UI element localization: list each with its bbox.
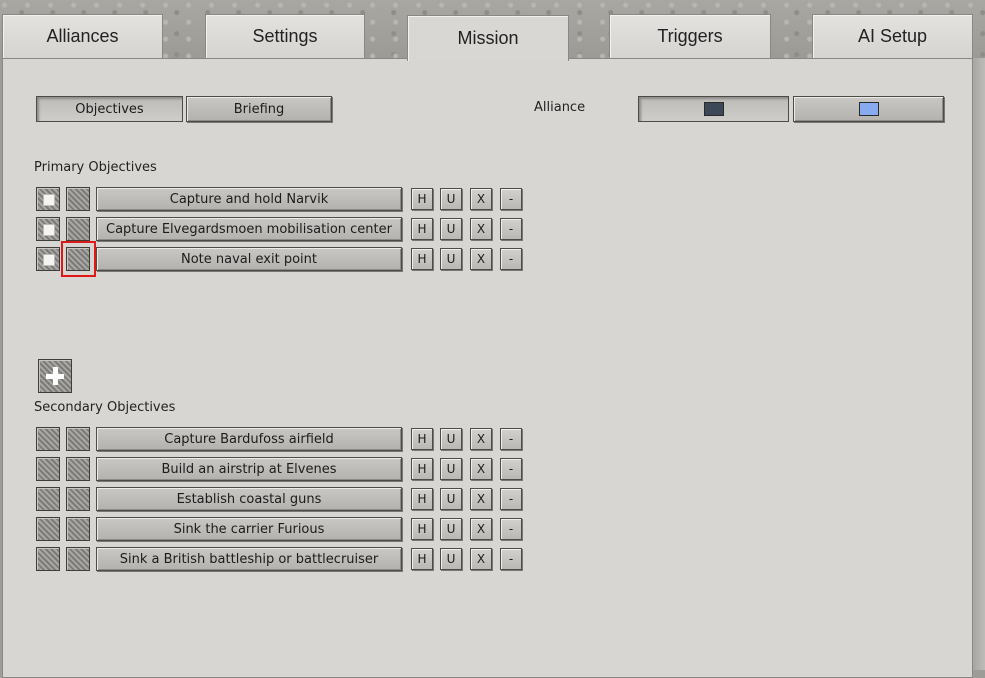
tab-triggers[interactable]: Triggers: [609, 14, 771, 58]
x-button[interactable]: X: [470, 458, 492, 480]
x-button[interactable]: X: [470, 518, 492, 540]
x-button[interactable]: X: [470, 488, 492, 510]
briefing-subtab[interactable]: Briefing: [186, 96, 332, 122]
remove-button[interactable]: -: [500, 518, 522, 540]
h-button[interactable]: H: [411, 248, 433, 270]
alliance-1-button[interactable]: [638, 96, 789, 122]
x-button[interactable]: X: [470, 428, 492, 450]
objective-toggle[interactable]: [66, 547, 90, 571]
remove-button[interactable]: -: [500, 188, 522, 210]
checkbox-icon: [43, 224, 55, 236]
add-objective-button[interactable]: [38, 359, 72, 393]
u-button[interactable]: U: [440, 518, 462, 540]
secondary-objective-row: Sink a British battleship or battlecruis…: [3, 546, 603, 572]
objectives-subtab[interactable]: Objectives: [36, 96, 183, 122]
objective-toggle[interactable]: [66, 487, 90, 511]
secondary-objectives-label: Secondary Objectives: [34, 400, 176, 415]
primary-objective-row: Note naval exit point H U X -: [3, 246, 603, 272]
u-button[interactable]: U: [440, 248, 462, 270]
checkbox-icon: [43, 194, 55, 206]
tab-mission[interactable]: Mission: [407, 15, 569, 61]
primary-checkbox[interactable]: [36, 247, 60, 271]
objective-toggle[interactable]: [66, 457, 90, 481]
h-button[interactable]: H: [411, 218, 433, 240]
u-button[interactable]: U: [440, 188, 462, 210]
secondary-objective-row: Capture Bardufoss airfield H U X -: [3, 426, 603, 452]
h-button[interactable]: H: [411, 548, 433, 570]
h-button[interactable]: H: [411, 488, 433, 510]
h-button[interactable]: H: [411, 518, 433, 540]
objective-name-button[interactable]: Capture Bardufoss airfield: [96, 427, 402, 451]
objective-name-button[interactable]: Note naval exit point: [96, 247, 402, 271]
secondary-objective-row: Establish coastal guns H U X -: [3, 486, 603, 512]
h-button[interactable]: H: [411, 458, 433, 480]
objective-toggle[interactable]: [36, 487, 60, 511]
remove-button[interactable]: -: [500, 458, 522, 480]
objective-toggle[interactable]: [66, 427, 90, 451]
remove-button[interactable]: -: [500, 248, 522, 270]
checkbox-icon: [43, 254, 55, 266]
h-button[interactable]: H: [411, 428, 433, 450]
alliance-2-button[interactable]: [793, 96, 944, 122]
alliance-1-color-swatch: [703, 102, 724, 116]
u-button[interactable]: U: [440, 548, 462, 570]
secondary-objective-row: Build an airstrip at Elvenes H U X -: [3, 456, 603, 482]
primary-checkbox[interactable]: [36, 217, 60, 241]
remove-button[interactable]: -: [500, 218, 522, 240]
objective-name-button[interactable]: Capture and hold Narvik: [96, 187, 402, 211]
primary-objective-row: Capture and hold Narvik H U X -: [3, 186, 603, 212]
u-button[interactable]: U: [440, 218, 462, 240]
objective-toggle[interactable]: [66, 247, 90, 271]
primary-checkbox[interactable]: [36, 187, 60, 211]
alliance-label: Alliance: [534, 100, 586, 115]
remove-button[interactable]: -: [500, 488, 522, 510]
u-button[interactable]: U: [440, 488, 462, 510]
tab-alliances[interactable]: Alliances: [2, 14, 163, 58]
objective-name-button[interactable]: Establish coastal guns: [96, 487, 402, 511]
objective-toggle[interactable]: [36, 547, 60, 571]
objective-toggle[interactable]: [36, 427, 60, 451]
objective-toggle[interactable]: [36, 457, 60, 481]
h-button[interactable]: H: [411, 188, 433, 210]
primary-objective-row: Capture Elvegardsmoen mobilisation cente…: [3, 216, 603, 242]
objective-toggle[interactable]: [36, 517, 60, 541]
alliance-2-color-swatch: [858, 102, 879, 116]
x-button[interactable]: X: [470, 548, 492, 570]
objective-toggle[interactable]: [66, 187, 90, 211]
objective-name-button[interactable]: Sink the carrier Furious: [96, 517, 402, 541]
x-button[interactable]: X: [470, 188, 492, 210]
plus-icon-stem: [53, 367, 58, 385]
objective-toggle[interactable]: [66, 217, 90, 241]
primary-objectives-label: Primary Objectives: [34, 160, 157, 175]
objective-name-button[interactable]: Capture Elvegardsmoen mobilisation cente…: [96, 217, 402, 241]
tab-settings[interactable]: Settings: [205, 14, 365, 58]
objective-name-button[interactable]: Build an airstrip at Elvenes: [96, 457, 402, 481]
tab-ai-setup[interactable]: AI Setup: [812, 14, 973, 58]
u-button[interactable]: U: [440, 458, 462, 480]
mission-panel: Objectives Briefing Alliance Primary Obj…: [2, 58, 973, 678]
x-button[interactable]: X: [470, 248, 492, 270]
x-button[interactable]: X: [470, 218, 492, 240]
u-button[interactable]: U: [440, 428, 462, 450]
objective-toggle[interactable]: [66, 517, 90, 541]
remove-button[interactable]: -: [500, 428, 522, 450]
secondary-objective-row: Sink the carrier Furious H U X -: [3, 516, 603, 542]
objective-name-button[interactable]: Sink a British battleship or battlecruis…: [96, 547, 402, 571]
window-edge: [973, 58, 985, 670]
remove-button[interactable]: -: [500, 548, 522, 570]
